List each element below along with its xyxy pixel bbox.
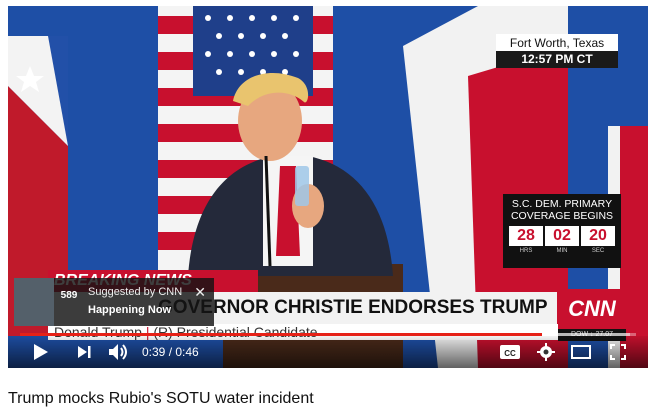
cnn-logo: CNN — [558, 289, 626, 329]
countdown-minutes-label: MIN — [556, 248, 568, 254]
next-icon — [78, 346, 91, 358]
next-button[interactable] — [72, 340, 96, 364]
coverage-title-line2: COVERAGE BEGINS — [510, 210, 614, 222]
theater-mode-button[interactable] — [568, 340, 594, 364]
location-city: Fort Worth, Texas — [509, 36, 605, 50]
suggested-video-card[interactable]: 589 Suggested by CNN Happening Now ✕ — [14, 278, 214, 326]
countdown-minutes: 02 — [545, 226, 579, 246]
theater-mode-icon — [571, 345, 591, 359]
play-button[interactable] — [28, 340, 52, 364]
suggested-thumbnail[interactable] — [14, 278, 54, 326]
svg-text:CC: CC — [504, 349, 516, 358]
coverage-title-line1: S.C. DEM. PRIMARY — [511, 198, 613, 210]
captions-button[interactable]: CC — [498, 340, 522, 364]
volume-icon — [109, 344, 127, 360]
suggested-title[interactable]: Happening Now — [88, 304, 171, 316]
duration: 0:46 — [175, 345, 199, 359]
countdown-seconds-label: SEC — [591, 248, 605, 254]
video-player[interactable]: Fort Worth, Texas 12:57 PM CT S.C. DEM. … — [8, 6, 648, 368]
current-time: 0:39 — [142, 345, 166, 359]
fullscreen-button[interactable] — [606, 340, 630, 364]
suggested-by-label: Suggested by CNN — [88, 286, 183, 298]
fullscreen-icon — [610, 344, 626, 360]
countdown-hours: 28 — [509, 226, 543, 246]
countdown-hours-label: HRS — [519, 248, 533, 254]
close-icon[interactable]: ✕ — [194, 284, 206, 301]
time-display: 0:39 / 0:46 — [142, 345, 199, 359]
countdown-seconds: 20 — [581, 226, 615, 246]
settings-button[interactable] — [534, 340, 558, 364]
captions-icon: CC — [500, 345, 520, 359]
video-title[interactable]: Trump mocks Rubio's SOTU water incident — [8, 390, 314, 408]
control-bar: 0:39 / 0:46 CC — [8, 336, 648, 368]
coverage-countdown: S.C. DEM. PRIMARY COVERAGE BEGINS 28 02 … — [503, 194, 621, 268]
suggested-count: 589 — [60, 290, 78, 301]
settings-icon — [537, 343, 555, 361]
location-bug: Fort Worth, Texas 12:57 PM CT — [496, 34, 618, 68]
volume-button[interactable] — [106, 340, 132, 364]
location-time: 12:57 PM CT — [496, 51, 618, 68]
play-icon — [34, 344, 48, 360]
